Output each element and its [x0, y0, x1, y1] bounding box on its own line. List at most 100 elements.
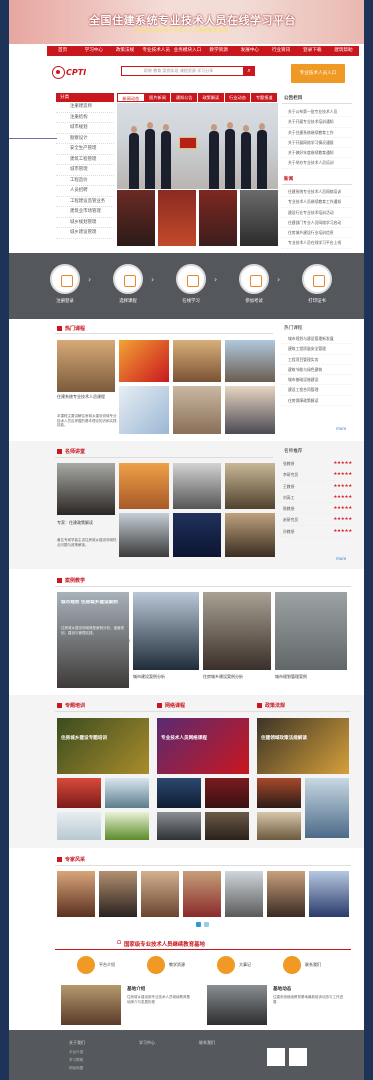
rank-item[interactable]: 李研究员 ★★★★★: [280, 469, 352, 481]
thumb-photo[interactable]: [158, 190, 196, 246]
thumb-photo[interactable]: [240, 190, 278, 246]
base-link[interactable]: 联系我们: [305, 962, 321, 968]
tab-item[interactable]: 行业动态: [224, 93, 252, 102]
base-photo[interactable]: [207, 985, 267, 1025]
course-photo[interactable]: [173, 340, 221, 382]
teacher-photo[interactable]: [57, 463, 115, 515]
category-item[interactable]: 城乡建设管理: [56, 228, 114, 239]
notice-item[interactable]: 关于开展网络学习情况通报: [282, 138, 352, 149]
logo[interactable]: CPTI: [52, 65, 90, 79]
nav-item[interactable]: 教学资源: [203, 46, 234, 56]
expert-photo[interactable]: [141, 871, 179, 917]
tab-news[interactable]: 新闻动态: [117, 93, 145, 102]
course-photo[interactable]: [57, 340, 115, 392]
topic-thumb[interactable]: [205, 812, 249, 840]
footer-col[interactable]: 关于我们: [69, 1040, 85, 1046]
topic-thumb[interactable]: [305, 778, 349, 838]
expert-photo[interactable]: [183, 871, 221, 917]
rank-item[interactable]: 陈教授 ★★★★★: [280, 503, 352, 515]
notice-item[interactable]: 关于做好年度继续教育通知: [282, 148, 352, 159]
course-photo[interactable]: [225, 340, 275, 382]
category-item[interactable]: 勘察设计: [56, 134, 114, 144]
chart-thumbnail[interactable]: [119, 386, 169, 434]
topic-banner[interactable]: [157, 718, 249, 774]
teacher-photo[interactable]: [119, 513, 169, 557]
category-item[interactable]: 注册建造师: [56, 102, 114, 113]
case-caption[interactable]: 城市建设案例分析: [133, 674, 199, 680]
category-item[interactable]: 安全生产管理: [56, 144, 114, 155]
footer-link[interactable]: 平台介绍: [69, 1050, 83, 1055]
category-item[interactable]: 工程建设监管业务: [56, 197, 114, 207]
course-step-icon[interactable]: [113, 264, 143, 294]
nav-item[interactable]: 首页: [47, 46, 78, 56]
category-item[interactable]: 城市规划: [56, 123, 114, 134]
nav-item[interactable]: 建筑帮助: [328, 46, 359, 56]
topic-thumb[interactable]: [105, 812, 149, 840]
category-item[interactable]: 城乡规划管理: [56, 218, 114, 228]
rank-item[interactable]: 赵研究员 ★★★★★: [280, 514, 352, 526]
news-item[interactable]: 住建系统专业技术人员网络培训: [282, 187, 352, 198]
search-input[interactable]: 职称 教育 案例实现 课程资源 学习分享: [121, 66, 253, 76]
rank-item[interactable]: 张教授 ★★★★★: [280, 458, 352, 470]
category-item[interactable]: 建筑工程管理: [56, 155, 114, 165]
nav-item[interactable]: 业务模块入口: [172, 46, 203, 56]
topic-banner[interactable]: [257, 718, 349, 774]
course-item[interactable]: 城市规划与建设管理新发展: [282, 334, 352, 345]
notice-item[interactable]: 关于开展专业技术培训通知: [282, 117, 352, 128]
register-step-icon[interactable]: [50, 264, 80, 294]
notice-item[interactable]: 关于公布第一批专业技术人员: [282, 107, 352, 118]
course-item[interactable]: 建筑工程质量安全管理: [282, 344, 352, 355]
thumb-photo[interactable]: [117, 190, 155, 246]
search-icon[interactable]: ⌕: [243, 66, 255, 76]
course-photo[interactable]: [119, 340, 169, 382]
category-item[interactable]: 建筑业市场管理: [56, 207, 114, 218]
intro-icon[interactable]: [77, 956, 95, 974]
study-step-icon[interactable]: [176, 264, 206, 294]
news-item[interactable]: 专业技术人员继续教育工作通知: [282, 197, 352, 208]
footer-col[interactable]: 联系我们: [199, 1040, 215, 1046]
news-item[interactable]: 住房城乡建设行业培训信息: [282, 228, 352, 239]
base-news-title[interactable]: 基地动态: [273, 986, 291, 992]
category-item[interactable]: 工程造价: [56, 176, 114, 186]
footer-link[interactable]: 网站地图: [69, 1066, 83, 1071]
course-item[interactable]: 住房保障政策解读: [282, 396, 352, 407]
expert-photo[interactable]: [225, 871, 263, 917]
nav-item[interactable]: 登录下载: [297, 46, 328, 56]
base-link[interactable]: 大事记: [239, 962, 251, 968]
course-photo[interactable]: [225, 386, 275, 434]
course-photo[interactable]: [173, 386, 221, 434]
footer-link[interactable]: 学习帮助: [69, 1058, 83, 1063]
nav-item[interactable]: 学习中心: [78, 46, 109, 56]
more-link[interactable]: more: [336, 426, 346, 431]
topic-thumb[interactable]: [57, 812, 101, 840]
teacher-photo[interactable]: [119, 463, 169, 509]
teacher-photo[interactable]: [225, 463, 275, 509]
topic-thumb[interactable]: [57, 778, 101, 808]
teacher-photo[interactable]: [173, 463, 221, 509]
nav-item[interactable]: 政策法规: [109, 46, 140, 56]
expert-photo[interactable]: [267, 871, 305, 917]
history-icon[interactable]: [217, 956, 235, 974]
chevron-right-icon[interactable]: ›: [344, 637, 347, 645]
certificate-step-icon[interactable]: [302, 264, 332, 294]
notice-item[interactable]: 关于举办专业技术人员培训: [282, 158, 352, 169]
thumb-photo[interactable]: [199, 190, 237, 246]
case-photo[interactable]: [133, 592, 199, 670]
nav-item[interactable]: 专业技术人员: [141, 46, 172, 56]
course-item[interactable]: 城市基础设施建设: [282, 375, 352, 386]
news-item[interactable]: 专业技术人员在线学习平台上线: [282, 238, 352, 249]
case-photo[interactable]: [275, 592, 347, 670]
news-item[interactable]: 建设行业专业技术培训活动: [282, 208, 352, 218]
base-news-title[interactable]: 基地介绍: [127, 986, 145, 992]
topic-thumb[interactable]: [257, 778, 301, 808]
carousel-dot[interactable]: [196, 922, 201, 927]
base-link[interactable]: 教学资源: [169, 962, 185, 968]
more-link[interactable]: more: [336, 556, 346, 561]
expert-photo[interactable]: [309, 871, 349, 917]
topic-banner[interactable]: [57, 718, 149, 774]
tab-item[interactable]: 专题报道: [251, 93, 279, 102]
tab-item[interactable]: 通知公告: [171, 93, 199, 102]
nav-item[interactable]: 行业资讯: [265, 46, 296, 56]
course-caption[interactable]: 住建系统专业技术人员课程: [57, 394, 117, 400]
tab-item[interactable]: 政策解读: [198, 93, 225, 102]
